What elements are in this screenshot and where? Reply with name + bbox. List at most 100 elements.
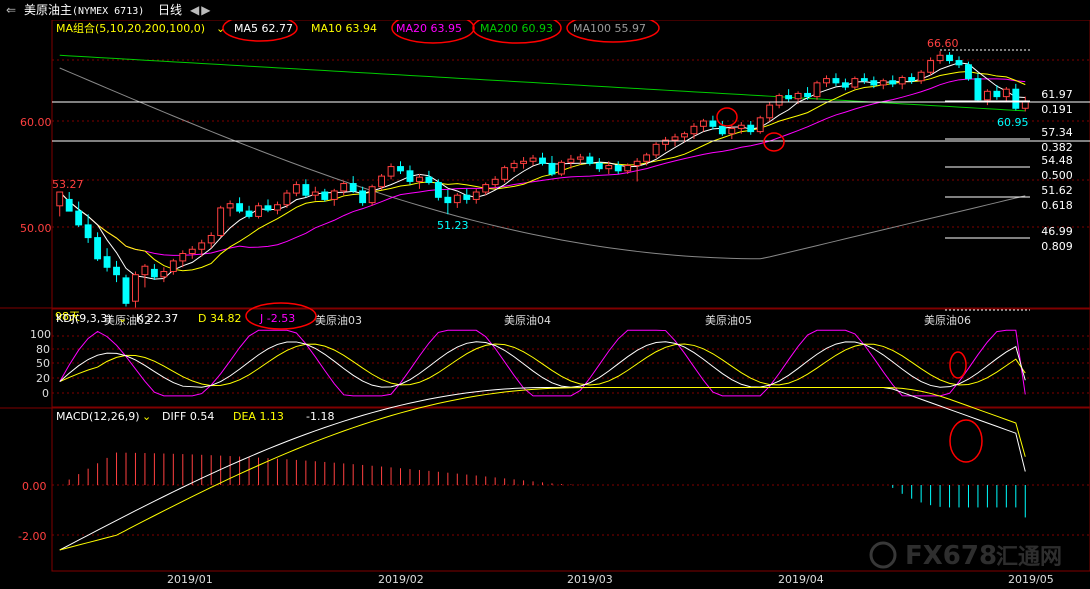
candle-body (501, 167, 509, 180)
candle-body (728, 127, 736, 135)
candle-body (681, 133, 688, 138)
candle-body (605, 165, 613, 170)
back-arrow-icon[interactable]: ⇐ (6, 0, 16, 20)
candle-body (1012, 88, 1020, 109)
ma-legend-label: MA组合(5,10,20,200,100,0) (56, 21, 205, 35)
candle-body (709, 120, 717, 127)
candle-body (643, 154, 651, 162)
candle-body (633, 160, 641, 167)
candle-body (340, 183, 348, 192)
candle-body (255, 205, 262, 217)
candle-body (737, 124, 745, 129)
candle-body (311, 191, 319, 196)
low-annotation: 51.23 (437, 219, 469, 232)
kdj-y-tick: 50 (36, 357, 50, 370)
candle-body (283, 192, 291, 206)
candle-body (851, 78, 859, 88)
fib-ratio: 0.191 (1041, 103, 1073, 116)
macd-diff-value: DIFF 0.54 (162, 410, 214, 423)
candle-body (955, 60, 963, 66)
left-annotation: 53.27 (52, 178, 84, 191)
watermark-text: FX678 (905, 541, 997, 571)
candle-body (775, 95, 783, 106)
candle-body (804, 92, 811, 98)
fib-ratio: 0.618 (1041, 199, 1073, 212)
chart-area: 61.97 0.191 57.34 0.38254.48 0.500 51.62 0.618… (0, 20, 1090, 586)
contract-label: 美原油03 (315, 313, 362, 327)
kdj-y-tick: 0 (42, 387, 49, 400)
macd-y-tick: -2.00 (18, 530, 46, 543)
x-tick: 2019/02 (378, 573, 424, 586)
left-arrow-icon[interactable]: ◀ (190, 3, 201, 17)
candle-body (652, 143, 660, 156)
candle-body (993, 90, 1001, 98)
candle-body (671, 136, 679, 141)
candle-body (94, 237, 102, 260)
ma20-value: MA20 63.95 (396, 22, 462, 35)
kdj-y-tick: 20 (36, 372, 50, 385)
candle-body (274, 204, 281, 211)
candle-body (349, 183, 357, 192)
candle-body (841, 82, 849, 88)
candle-body (548, 162, 556, 175)
candle-body (520, 160, 528, 164)
ma5-value: MA5 62.77 (234, 22, 293, 35)
candle-body (321, 191, 329, 200)
candle-body (122, 277, 130, 304)
candle-body (453, 194, 461, 204)
highlight-ring (949, 351, 967, 379)
candle-body (150, 268, 158, 278)
top-bar: ⇐ 美原油主(NYMEX 6713) 日线 ◀▶ (0, 0, 1090, 20)
candle-body (292, 184, 300, 194)
candle-body (416, 176, 423, 182)
instrument-title: 美原油主(NYMEX 6713) (24, 3, 145, 17)
candle-body (965, 64, 972, 80)
period-label[interactable]: 日线 (158, 0, 182, 20)
fib-price: 51.62 (1041, 184, 1073, 197)
x-tick: 2019/03 (567, 573, 613, 586)
candle-body (387, 166, 395, 177)
x-tick: 2019/04 (778, 573, 824, 586)
candle-body (406, 170, 414, 182)
contract-label: 美原油05 (705, 313, 752, 327)
candle-body (718, 125, 726, 135)
candle-body (917, 71, 925, 82)
x-tick: 2019/05 (1008, 573, 1054, 586)
right-arrow-icon[interactable]: ▶ (201, 3, 212, 17)
candle-body (444, 196, 452, 204)
candle-body (463, 194, 471, 200)
kdj-y-tick: 100 (30, 328, 51, 341)
macd-dropdown-icon[interactable]: ⌄ (142, 410, 151, 423)
candle-body (614, 165, 622, 172)
kdj-j-value: J -2.53 (259, 312, 295, 325)
ma10-value: MA10 63.94 (311, 22, 377, 35)
candle-body (132, 274, 139, 302)
kdj-dropdown-icon[interactable]: ⌄ (118, 312, 127, 325)
fx678-logo-icon (869, 541, 897, 569)
candle-body (870, 80, 878, 86)
candle-body (103, 256, 111, 268)
candle-body (188, 248, 196, 254)
candlesticks (56, 51, 1029, 308)
ma10-line (59, 70, 1026, 272)
fib-price: 46.99 (1041, 225, 1073, 238)
watermark: FX678 汇通网 (869, 541, 1062, 571)
candle-body (397, 166, 404, 172)
candle-body (747, 124, 755, 133)
gridlines (52, 59, 1090, 536)
contract-label: 美原油06 (924, 313, 971, 327)
highlight-ring (716, 107, 738, 127)
high-annotation: 66.60 (927, 37, 959, 50)
candle-body (264, 205, 272, 211)
candle-body (974, 78, 982, 101)
low-annotation: 60.95 (997, 116, 1029, 129)
candle-body (1002, 88, 1010, 98)
nav-arrows[interactable]: ◀▶ (190, 0, 212, 20)
candle-body (226, 203, 234, 209)
watermark-sub: 汇通网 (996, 545, 1062, 570)
candle-body (785, 95, 793, 100)
candle-body (434, 181, 442, 198)
candle-body (576, 156, 584, 160)
candle-body (567, 158, 575, 163)
kdj-y-tick: 80 (36, 343, 50, 356)
